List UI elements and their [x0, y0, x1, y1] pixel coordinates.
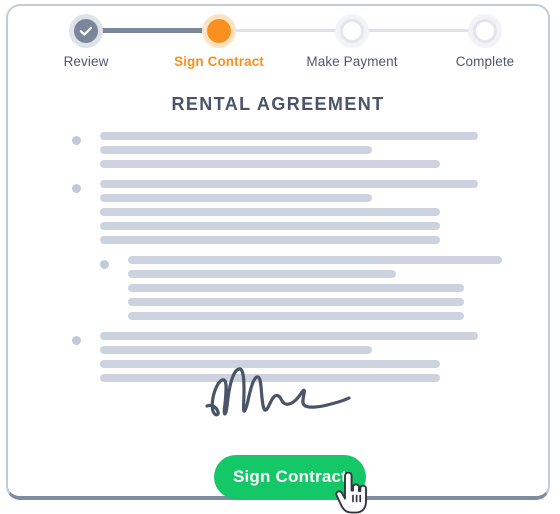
sign-contract-button[interactable]: Sign Contract: [214, 455, 366, 499]
contract-card: Review Sign Contract Make Payment Comple…: [6, 4, 550, 514]
stepper-node-review: [69, 14, 103, 48]
paragraph-lines: [128, 256, 548, 320]
page-title: RENTAL AGREEMENT: [171, 94, 385, 114]
stepper-node-sign-contract: [202, 14, 236, 48]
stepper-dot: [473, 19, 497, 43]
text-placeholder-line: [100, 332, 478, 340]
bullet-icon: [72, 336, 81, 345]
text-placeholder-line: [100, 346, 372, 354]
stepper-step-review[interactable]: Review: [26, 14, 146, 69]
text-placeholder-line: [100, 194, 372, 202]
signature-mark: [205, 367, 351, 417]
text-placeholder-line: [100, 208, 440, 216]
text-placeholder-line: [100, 236, 440, 244]
stepper-label-complete: Complete: [455, 54, 515, 69]
text-placeholder-line: [128, 312, 464, 320]
check-icon: [79, 26, 93, 36]
bullet-icon: [72, 184, 81, 193]
text-placeholder-line: [128, 298, 464, 306]
paragraph-lines: [100, 180, 548, 244]
paragraph-lines: [100, 132, 548, 168]
stepper-dot: [340, 19, 364, 43]
document-body: [8, 132, 548, 394]
stepper-step-sign-contract[interactable]: Sign Contract: [159, 14, 279, 69]
stepper-label-make-payment: Make Payment: [306, 54, 398, 69]
text-placeholder-line: [100, 160, 440, 168]
stepper-step-complete[interactable]: Complete: [425, 14, 545, 69]
bullet-icon: [100, 260, 109, 269]
stepper-dot: [207, 19, 231, 43]
text-placeholder-line: [128, 270, 396, 278]
signature-area[interactable]: [8, 364, 548, 425]
text-placeholder-line: [100, 222, 440, 230]
text-placeholder-line: [100, 146, 372, 154]
progress-stepper: Review Sign Contract Make Payment Comple…: [8, 14, 548, 76]
text-placeholder-line: [100, 180, 478, 188]
stepper-label-sign-contract: Sign Contract: [174, 54, 264, 69]
document-paragraph: [8, 180, 548, 244]
stepper-node-complete: [468, 14, 502, 48]
document-paragraph: [8, 256, 548, 320]
stepper-label-review: Review: [63, 54, 109, 69]
stepper-step-make-payment[interactable]: Make Payment: [292, 14, 412, 69]
text-placeholder-line: [100, 132, 478, 140]
bullet-icon: [72, 136, 81, 145]
stepper-node-make-payment: [335, 14, 369, 48]
document-paragraph: [8, 132, 548, 168]
text-placeholder-line: [128, 256, 502, 264]
text-placeholder-line: [128, 284, 464, 292]
